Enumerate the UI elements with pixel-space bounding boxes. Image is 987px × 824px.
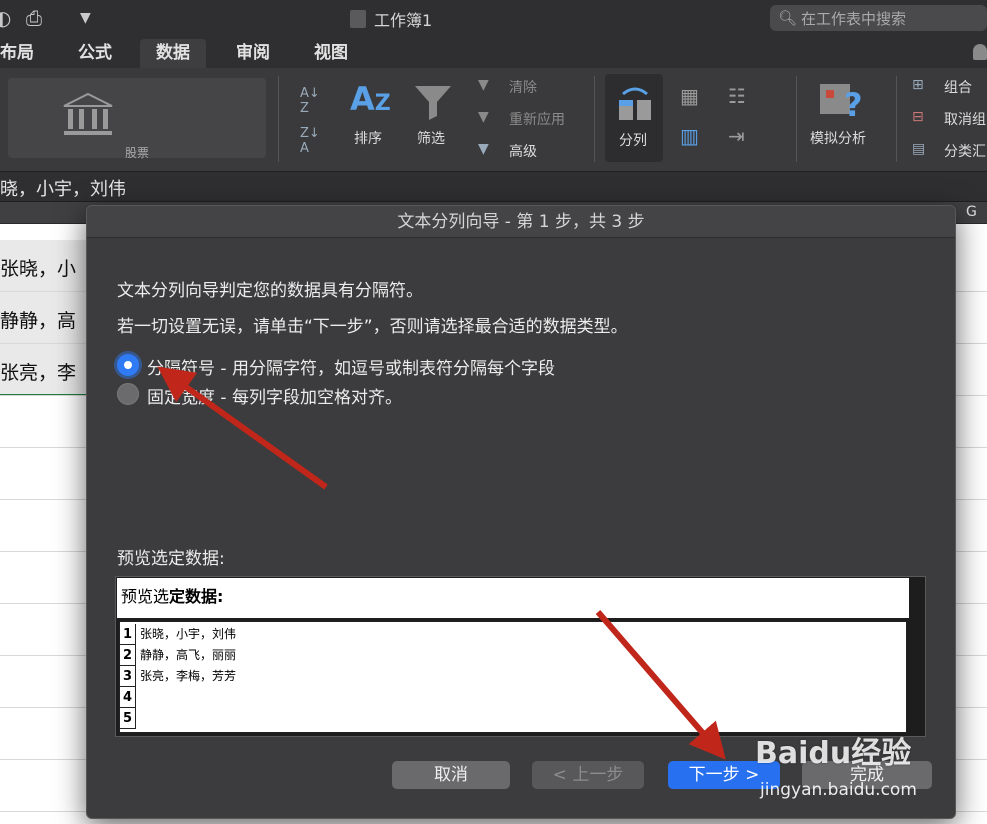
ungroup-icon[interactable]: ⊟: [912, 109, 924, 125]
window-control-icon[interactable]: ◐: [0, 6, 11, 30]
preview-pane[interactable]: 预览选定数据: 1 张晓，小宇，刘伟 2 静静，高飞，丽丽 3 张亮，李梅，芳芳…: [115, 576, 926, 737]
text-to-columns-icon: [619, 87, 651, 120]
clear-filter-icon[interactable]: ▼: [478, 77, 489, 93]
preview-header-bold: 定数据:: [169, 587, 224, 606]
search-icon: 🔍︎: [778, 9, 798, 27]
subtotal-icon[interactable]: ▤: [912, 141, 925, 157]
data-validation-icon[interactable]: ☷: [728, 84, 746, 108]
preview-row-text: 张亮，李梅，芳芳: [140, 669, 237, 683]
sort-icon[interactable]: AZ: [350, 80, 391, 118]
preview-row-number: 2: [120, 645, 136, 666]
ribbon-separator: [594, 76, 595, 162]
excel-doc-icon: [350, 10, 366, 28]
preview-row-number: 5: [120, 708, 136, 729]
watermark-url: jingyan.baidu.com: [760, 780, 917, 800]
ribbon: 股票 A↓ Z Z↓ A AZ 排序 筛选 ▼ 清除 ▼ 重新应用 ▼ 高级 分列 …: [0, 68, 987, 172]
subtotal-label[interactable]: 分类汇: [944, 141, 986, 161]
group-label[interactable]: 组合: [944, 77, 972, 97]
what-if-label[interactable]: 模拟分析: [810, 128, 866, 148]
option-fixed-label[interactable]: 固定宽度 - 每列字段加空格对齐。: [147, 383, 402, 408]
filter-label[interactable]: 筛选: [417, 128, 445, 148]
preview-row-number: 4: [120, 687, 136, 708]
previous-button[interactable]: < 上一步: [532, 761, 644, 789]
ribbon-separator: [796, 76, 797, 162]
group-icon[interactable]: ⊞: [912, 77, 924, 93]
radio-fixed-width[interactable]: [117, 383, 139, 405]
cell-a3[interactable]: 张亮，李: [0, 358, 76, 385]
preview-row-text: 静静，高飞，丽丽: [140, 648, 237, 662]
radio-delimited[interactable]: [117, 354, 139, 376]
tab-formulas[interactable]: 公式: [62, 39, 128, 68]
stocks-label: 股票: [124, 146, 149, 160]
reapply-label[interactable]: 重新应用: [509, 109, 565, 129]
clear-label[interactable]: 清除: [509, 77, 537, 97]
cancel-button[interactable]: 取消: [392, 761, 510, 789]
cell-a2[interactable]: 静静，高: [0, 306, 76, 333]
flash-fill-icon[interactable]: ▦: [680, 84, 699, 108]
customize-toolbar-icon[interactable]: ▼: [80, 10, 91, 26]
document-title-text: 工作簿1: [374, 11, 433, 30]
ribbon-separator: [896, 76, 897, 162]
ribbon-separator: [278, 76, 279, 162]
filter-icon[interactable]: [413, 82, 453, 122]
formula-content: 晓，小宇，刘伟: [0, 179, 126, 200]
cell-a1[interactable]: 张晓，小: [0, 254, 76, 281]
sort-az-icon[interactable]: A↓ Z: [300, 86, 320, 116]
watermark-logo: Baidu经验: [755, 736, 912, 771]
sort-label[interactable]: 排序: [354, 128, 382, 148]
baidu-watermark: Baidu经验 jingyan.baidu.com: [755, 718, 987, 808]
preview-row-number: 3: [120, 666, 136, 687]
search-placeholder: 在工作表中搜索: [801, 9, 907, 28]
dialog-intro-line2: 若一切设置无误，请单击“下一步”，否则请选择最合适的数据类型。: [117, 317, 628, 337]
tab-review[interactable]: 审阅: [220, 39, 286, 68]
remove-duplicates-icon[interactable]: ▥: [680, 124, 699, 148]
consolidate-icon[interactable]: ⇥: [728, 124, 745, 148]
title-bar: ◐ ⎙ ▼ 工作簿1 🔍︎ 在工作表中搜索: [0, 0, 987, 36]
tab-layout[interactable]: 布局: [0, 39, 50, 68]
ungroup-label[interactable]: 取消组: [944, 109, 986, 129]
reapply-icon[interactable]: ▼: [478, 109, 489, 125]
what-if-analysis-icon[interactable]: ?: [818, 80, 866, 120]
dialog-title: 文本分列向导 - 第 1 步，共 3 步: [87, 206, 955, 238]
tab-data[interactable]: 数据: [140, 39, 206, 68]
ribbon-tabs: 布局 公式 数据 审阅 视图: [0, 36, 987, 68]
document-title: 工作簿1: [350, 7, 432, 31]
svg-text:?: ?: [844, 86, 863, 120]
column-header-g[interactable]: G: [966, 204, 977, 220]
preview-header: 预览选定数据:: [117, 578, 909, 618]
preview-grid[interactable]: 1 张晓，小宇，刘伟 2 静静，高飞，丽丽 3 张亮，李梅，芳芳 4 5: [119, 621, 907, 733]
print-icon[interactable]: ⎙: [26, 6, 42, 30]
tab-view[interactable]: 视图: [298, 39, 364, 68]
preview-row-number: 1: [120, 624, 136, 645]
stocks-datatype-button[interactable]: 股票: [8, 78, 266, 160]
text-to-columns-button[interactable]: 分列: [605, 74, 663, 162]
formula-bar[interactable]: 晓，小宇，刘伟: [0, 172, 987, 202]
advanced-filter-icon[interactable]: ▼: [478, 141, 489, 157]
user-icon[interactable]: [973, 44, 987, 60]
bank-icon: [63, 92, 113, 135]
advanced-label[interactable]: 高级: [509, 141, 537, 161]
preview-label: 预览选定数据:: [117, 549, 225, 569]
text-to-columns-label: 分列: [619, 133, 647, 149]
preview-header-normal: 预览选: [121, 587, 170, 606]
sort-za-icon[interactable]: Z↓ A: [300, 126, 320, 156]
option-delimited-label[interactable]: 分隔符号 - 用分隔字符，如逗号或制表符分隔每个字段: [147, 354, 555, 379]
dialog-intro-line1: 文本分列向导判定您的数据具有分隔符。: [117, 281, 423, 301]
search-box[interactable]: 🔍︎ 在工作表中搜索: [770, 5, 987, 31]
preview-row-text: 张晓，小宇，刘伟: [140, 627, 237, 641]
